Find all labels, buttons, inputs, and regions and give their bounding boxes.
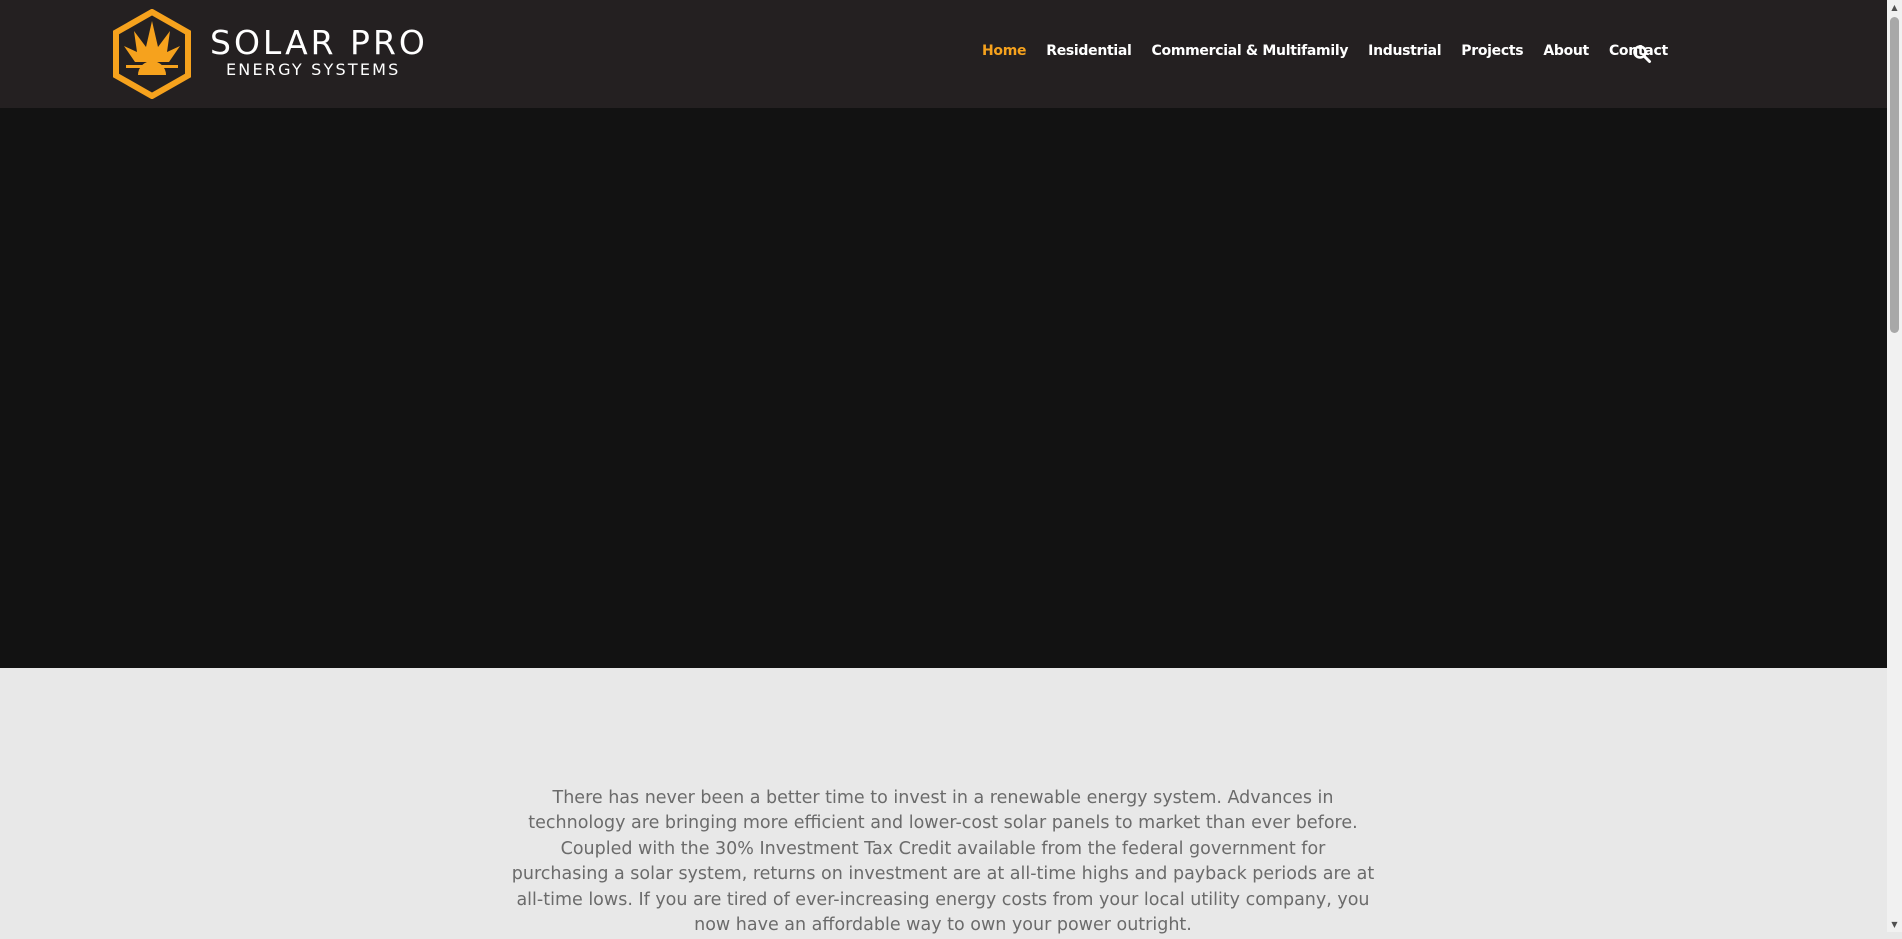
main-nav: Home Residential Commercial & Multifamil…	[982, 43, 1688, 59]
intro-paragraph: There has never been a better time to in…	[511, 787, 1375, 936]
brand-tagline: ENERGY SYSTEMS	[226, 60, 401, 79]
nav-item-home[interactable]: Home	[982, 43, 1027, 59]
nav-item-industrial[interactable]: Industrial	[1368, 43, 1441, 59]
scroll-down-arrow-icon[interactable]: ▼	[1887, 917, 1902, 932]
site-header: SOLAR PRO ENERGY SYSTEMS Home Residentia…	[0, 0, 1887, 108]
scroll-up-arrow-icon[interactable]: ▲	[1887, 0, 1902, 15]
brand-wordmark: SOLAR PRO ENERGY SYSTEMS	[210, 26, 428, 80]
hexagon-sun-icon	[113, 9, 191, 99]
brand-name: SOLAR PRO	[210, 23, 428, 62]
nav-item-residential[interactable]: Residential	[1046, 43, 1132, 59]
nav-item-projects[interactable]: Projects	[1461, 43, 1523, 59]
nav-item-commercial-multifamily[interactable]: Commercial & Multifamily	[1152, 43, 1349, 59]
nav-item-about[interactable]: About	[1543, 43, 1589, 59]
search-icon[interactable]	[1632, 44, 1652, 64]
hero-banner	[0, 108, 1887, 668]
page-scrollbar[interactable]: ▲ ▼	[1887, 0, 1902, 932]
scrollbar-thumb[interactable]	[1890, 17, 1899, 333]
